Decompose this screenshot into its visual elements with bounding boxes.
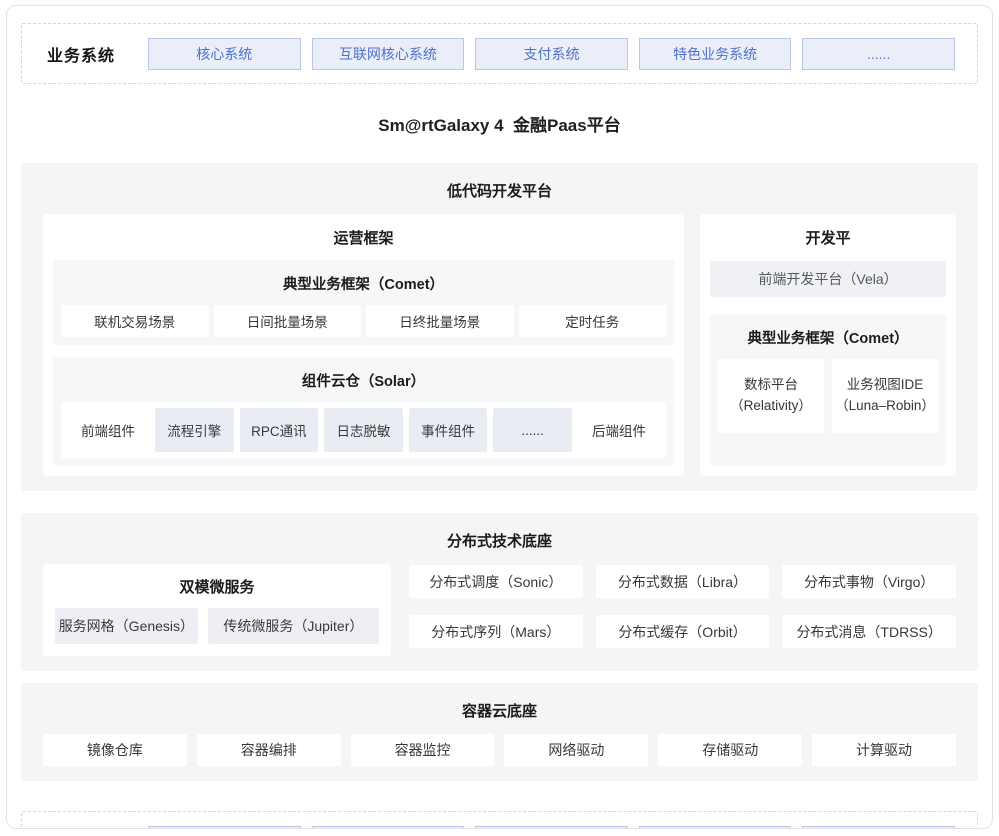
dual-mode-microservice-card: 双模微服务 服务网格（Genesis） 传统微服务（Jupiter） — [43, 564, 391, 656]
block-vela-frontend-platform: 前端开发平台（Vela） — [710, 261, 946, 297]
architecture-diagram: 业务系统 核心系统 互联网核心系统 支付系统 特色业务系统 ...... Sm@… — [6, 5, 993, 829]
block-payment-system: 支付系统 — [475, 38, 628, 70]
distributed-grid: 分布式调度（Sonic） 分布式数据（Libra） 分布式事物（Virgo） 分… — [409, 564, 956, 648]
business-systems-row: 业务系统 核心系统 互联网核心系统 支付系统 特色业务系统 ...... — [21, 23, 978, 84]
block-more-components: ...... — [493, 408, 572, 452]
block-core-system: 核心系统 — [148, 38, 301, 70]
dev-platform-title: 开发平 — [710, 214, 946, 260]
block-container-monitoring: 容器监控 — [351, 734, 495, 766]
distributed-title: 分布式技术底座 — [43, 523, 956, 564]
block-image-registry: 镜像仓库 — [43, 734, 187, 766]
block-luna-robin-line1: 业务视图IDE — [847, 375, 924, 396]
solar-title: 组件云仓（Solar） — [61, 365, 666, 402]
block-rpc-communication: RPC通讯 — [240, 408, 319, 452]
low-code-body: 运营框架 典型业务框架（Comet） 联机交易场景 日间批量场景 日终批量场景 … — [43, 214, 956, 476]
block-luna-robin-line2: （Luna–Robin） — [835, 396, 935, 417]
block-distributed-transaction-virgo: 分布式事物（Virgo） — [782, 565, 956, 598]
block-luna-robin-ide: 业务视图IDE （Luna–Robin） — [832, 359, 938, 433]
dual-mode-title: 双模微服务 — [55, 564, 379, 608]
container-row: 镜像仓库 容器编排 容器监控 网络驱动 存储驱动 计算驱动 — [43, 734, 956, 766]
block-daytime-batch-scene: 日间批量场景 — [214, 305, 362, 337]
block-physical-machine: 物理机 — [148, 826, 301, 830]
block-distributed-cache-orbit: 分布式缓存（Orbit） — [596, 615, 770, 648]
block-traditional-microservice-jupiter: 传统微服务（Jupiter） — [208, 608, 379, 644]
block-eod-batch-scene: 日终批量场景 — [366, 305, 514, 337]
block-service-mesh-genesis: 服务网格（Genesis） — [55, 608, 198, 644]
block-storage-driver: 存储驱动 — [658, 734, 802, 766]
block-process-engine: 流程引擎 — [155, 408, 234, 452]
block-log-masking: 日志脱敏 — [324, 408, 403, 452]
ops-framework-card: 运营框架 典型业务框架（Comet） 联机交易场景 日间批量场景 日终批量场景 … — [43, 214, 684, 476]
block-frontend-components: 前端组件 — [67, 408, 149, 452]
dev-comet-subcard: 典型业务框架（Comet） 数标平台 （Relativity） 业务视图IDE … — [710, 314, 946, 466]
block-online-trading-scene: 联机交易场景 — [61, 305, 209, 337]
container-section: 容器云底座 镜像仓库 容器编排 容器监控 网络驱动 存储驱动 计算驱动 — [21, 683, 978, 781]
block-relativity-line1: 数标平台 — [744, 375, 798, 396]
block-backend-components: 后端组件 — [578, 408, 660, 452]
container-title: 容器云底座 — [43, 693, 956, 734]
block-distributed-scheduling-sonic: 分布式调度（Sonic） — [409, 565, 583, 598]
ops-framework-title: 运营框架 — [53, 214, 674, 260]
infrastructure-items: 物理机 虚拟机 私有云 公有云 国产化硬件 — [148, 826, 955, 830]
block-special-business-system: 特色业务系统 — [639, 38, 792, 70]
distributed-body: 双模微服务 服务网格（Genesis） 传统微服务（Jupiter） 分布式调度… — [43, 564, 956, 656]
block-relativity-platform: 数标平台 （Relativity） — [718, 359, 824, 433]
comet-scenes-row: 联机交易场景 日间批量场景 日终批量场景 定时任务 — [61, 305, 666, 337]
dev-platform-card: 开发平 前端开发平台（Vela） 典型业务框架（Comet） 数标平台 （Rel… — [700, 214, 956, 476]
low-code-section: 低代码开发平台 运营框架 典型业务框架（Comet） 联机交易场景 日间批量场景… — [21, 163, 978, 491]
block-more-systems: ...... — [802, 38, 955, 70]
infrastructure-row: 基础设施 物理机 虚拟机 私有云 公有云 国产化硬件 — [21, 811, 978, 829]
block-distributed-sequence-mars: 分布式序列（Mars） — [409, 615, 583, 648]
block-network-driver: 网络驱动 — [504, 734, 648, 766]
block-compute-driver: 计算驱动 — [812, 734, 956, 766]
block-internet-core-system: 互联网核心系统 — [312, 38, 465, 70]
comet-framework-subcard: 典型业务框架（Comet） 联机交易场景 日间批量场景 日终批量场景 定时任务 — [53, 260, 674, 345]
comet-framework-title: 典型业务框架（Comet） — [61, 268, 666, 305]
page-title: Sm@rtGalaxy 4 金融Paas平台 — [21, 84, 978, 163]
block-scheduled-task: 定时任务 — [519, 305, 667, 337]
block-container-orchestration: 容器编排 — [197, 734, 341, 766]
dev-comet-title: 典型业务框架（Comet） — [718, 322, 938, 359]
dual-mode-row: 服务网格（Genesis） 传统微服务（Jupiter） — [55, 608, 379, 644]
block-distributed-data-libra: 分布式数据（Libra） — [596, 565, 770, 598]
solar-components-row: 前端组件 流程引擎 RPC通讯 日志脱敏 事件组件 ...... 后端组件 — [61, 402, 666, 458]
business-systems-items: 核心系统 互联网核心系统 支付系统 特色业务系统 ...... — [148, 38, 955, 70]
block-public-cloud: 公有云 — [639, 826, 792, 830]
business-systems-label: 业务系统 — [47, 42, 129, 66]
dev-comet-row: 数标平台 （Relativity） 业务视图IDE （Luna–Robin） — [718, 359, 938, 433]
block-domestic-hardware: 国产化硬件 — [802, 826, 955, 830]
block-private-cloud: 私有云 — [475, 826, 628, 830]
block-relativity-line2: （Relativity） — [730, 396, 812, 417]
block-distributed-message-tdrss: 分布式消息（TDRSS） — [782, 615, 956, 648]
block-virtual-machine: 虚拟机 — [312, 826, 465, 830]
block-event-components: 事件组件 — [409, 408, 488, 452]
distributed-section: 分布式技术底座 双模微服务 服务网格（Genesis） 传统微服务（Jupite… — [21, 513, 978, 671]
low-code-title: 低代码开发平台 — [43, 173, 956, 214]
solar-subcard: 组件云仓（Solar） 前端组件 流程引擎 RPC通讯 日志脱敏 事件组件 ..… — [53, 357, 674, 466]
